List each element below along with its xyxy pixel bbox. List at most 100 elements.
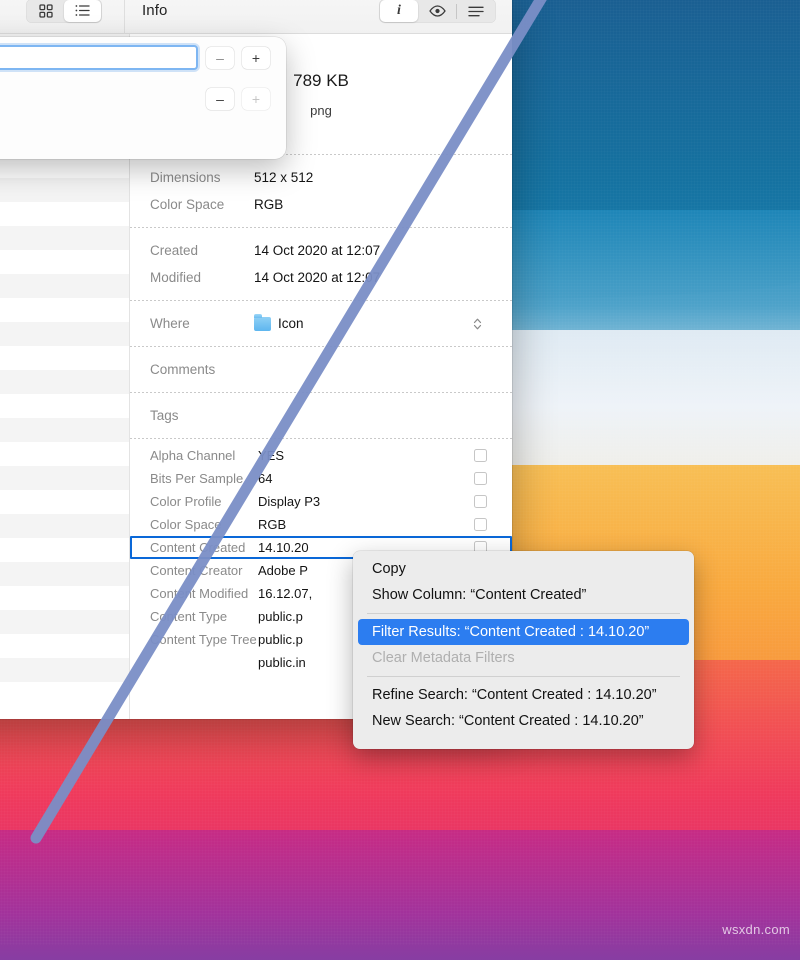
metadata-checkbox[interactable] <box>474 449 487 462</box>
metadata-value: Display P3 <box>258 494 474 509</box>
info-icon-glyph: i <box>397 3 401 19</box>
list-item[interactable] <box>0 202 129 226</box>
eye-icon[interactable] <box>418 0 456 22</box>
folder-icon <box>254 317 271 331</box>
list-view-icon[interactable] <box>64 0 101 22</box>
metadata-key: Alpha Channel <box>150 448 258 463</box>
metadata-row[interactable]: Alpha ChannelYES <box>130 444 512 467</box>
list-item[interactable] <box>0 274 129 298</box>
metadata-row[interactable]: Bits Per Sample64 <box>130 467 512 490</box>
list-item[interactable] <box>0 562 129 586</box>
watermark: wsxdn.com <box>722 922 790 937</box>
tags-row[interactable]: Tags <box>130 402 512 429</box>
menu-item[interactable]: Show Column: “Content Created” <box>358 582 689 608</box>
list-item[interactable] <box>0 298 129 322</box>
attributes-group: Dimensions 512 x 512 Color Space RGB <box>130 155 512 227</box>
file-size-value: 789 KB <box>293 71 349 91</box>
metadata-value: RGB <box>258 517 474 532</box>
created-value: 14 Oct 2020 at 12:07 <box>254 243 380 258</box>
list-item[interactable] <box>0 322 129 346</box>
attribute-key: Color Space <box>150 197 254 212</box>
list-item[interactable] <box>0 394 129 418</box>
attribute-value: 512 x 512 <box>254 170 313 185</box>
hamburger-icon[interactable] <box>457 0 495 22</box>
metadata-checkbox[interactable] <box>474 495 487 508</box>
grid-view-icon[interactable] <box>27 0 64 22</box>
metadata-row[interactable]: Color ProfileDisplay P3 <box>130 490 512 513</box>
menu-item[interactable]: Copy <box>358 556 689 582</box>
metadata-filter-popover: ↻ – + ↻ 14.10.20 – + d metadata value fi… <box>0 37 286 159</box>
menu-item: Clear Metadata Filters <box>358 645 689 671</box>
metadata-value: 64 <box>258 471 474 486</box>
where-group: Where Icon <box>130 301 512 346</box>
window-toolbar: Info i <box>0 0 512 34</box>
list-item[interactable] <box>0 370 129 394</box>
list-item[interactable] <box>0 442 129 466</box>
list-item[interactable] <box>0 490 129 514</box>
tags-group[interactable]: Tags <box>130 393 512 438</box>
created-key: Created <box>150 243 254 258</box>
metadata-key: Content Type <box>150 609 258 624</box>
file-type-value: png <box>310 103 332 118</box>
metadata-value: YES <box>258 448 474 463</box>
filter-existing-value[interactable]: 14.10.20 <box>0 91 198 106</box>
list-item[interactable] <box>0 466 129 490</box>
filter-row-existing[interactable]: ↻ 14.10.20 – + <box>0 78 286 119</box>
filter-value-input[interactable] <box>0 45 198 70</box>
list-item[interactable] <box>0 178 129 202</box>
attribute-row: Color Space RGB <box>130 191 512 218</box>
metadata-key: Content Creator <box>150 563 258 578</box>
list-item[interactable] <box>0 610 129 634</box>
list-item[interactable] <box>0 250 129 274</box>
menu-item[interactable]: New Search: “Content Created : 14.10.20” <box>358 708 689 734</box>
list-item[interactable] <box>0 418 129 442</box>
menu-item[interactable]: Refine Search: “Content Created : 14.10.… <box>358 682 689 708</box>
comments-row[interactable]: Comments <box>130 356 512 383</box>
info-icon[interactable]: i <box>380 0 418 22</box>
list-item[interactable] <box>0 658 129 682</box>
menu-separator <box>367 676 680 677</box>
modified-row: Modified 14 Oct 2020 at 12:07 <box>130 264 512 291</box>
list-item[interactable] <box>0 538 129 562</box>
list-item[interactable] <box>0 514 129 538</box>
metadata-key: Content Created <box>150 540 258 555</box>
filter-remove-button[interactable]: – <box>206 88 234 110</box>
filter-row-active[interactable]: ↻ – + <box>0 37 286 78</box>
list-item[interactable] <box>0 634 129 658</box>
wallpaper-band-purple <box>0 830 800 960</box>
comments-group[interactable]: Comments <box>130 347 512 392</box>
metadata-key: Content Type Tree <box>150 632 258 647</box>
filter-add-button[interactable]: + <box>242 88 270 110</box>
modified-key: Modified <box>150 270 254 285</box>
created-row: Created 14 Oct 2020 at 12:07 <box>130 237 512 264</box>
metadata-key: Color Space <box>150 517 258 532</box>
dates-group: Created 14 Oct 2020 at 12:07 Modified 14… <box>130 228 512 300</box>
modified-value: 14 Oct 2020 at 12:07 <box>254 270 380 285</box>
attribute-row: Dimensions 512 x 512 <box>130 164 512 191</box>
where-key: Where <box>150 316 254 331</box>
metadata-checkbox[interactable] <box>474 518 487 531</box>
metadata-key: Color Profile <box>150 494 258 509</box>
filter-remove-button[interactable]: – <box>206 47 234 69</box>
context-menu[interactable]: CopyShow Column: “Content Created” Filter… <box>353 551 694 749</box>
inspector-segmented-control[interactable]: i <box>379 0 496 23</box>
metadata-key: Content Modified <box>150 586 258 601</box>
where-value[interactable]: Icon <box>254 316 304 331</box>
metadata-row[interactable]: Color SpaceRGB <box>130 513 512 536</box>
toolbar-divider <box>124 0 125 34</box>
menu-item[interactable]: Filter Results: “Content Created : 14.10… <box>358 619 689 645</box>
list-item[interactable] <box>0 586 129 610</box>
attribute-value: RGB <box>254 197 283 212</box>
view-mode-segmented-control[interactable] <box>26 0 102 23</box>
list-item[interactable] <box>0 346 129 370</box>
filter-add-button[interactable]: + <box>242 47 270 69</box>
page-title: Info <box>142 2 167 19</box>
list-item[interactable] <box>0 226 129 250</box>
chevron-updown-icon[interactable] <box>473 317 482 331</box>
tags-key: Tags <box>150 408 254 423</box>
metadata-checkbox[interactable] <box>474 472 487 485</box>
where-row[interactable]: Where Icon <box>130 310 512 337</box>
metadata-key: Bits Per Sample <box>150 471 258 486</box>
where-folder-label: Icon <box>278 316 304 331</box>
filter-hint-text: d metadata value filters. <box>0 119 286 140</box>
